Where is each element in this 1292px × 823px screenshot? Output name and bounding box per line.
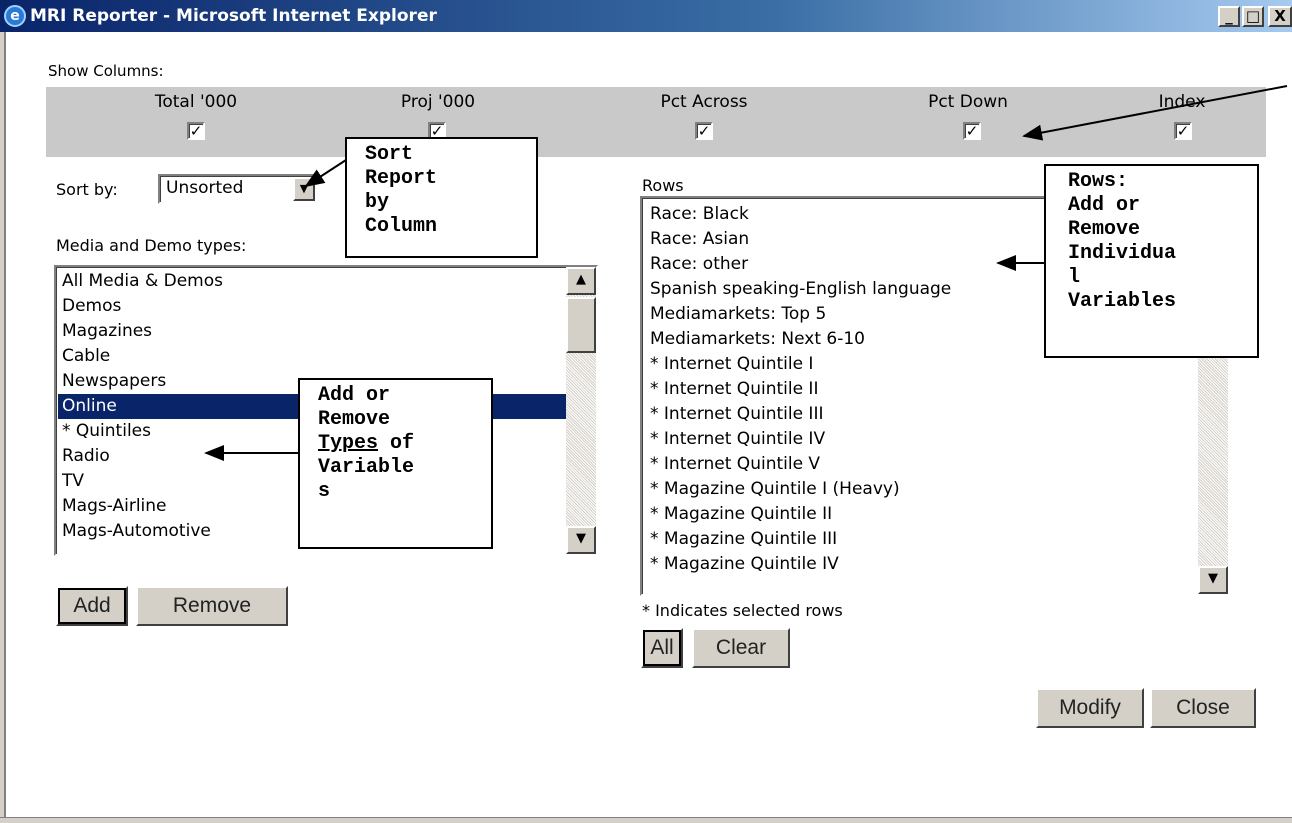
arrow-columns: [1022, 85, 1288, 141]
arrow-sort: [304, 159, 347, 188]
annotation-arrows: [204, 85, 1288, 461]
